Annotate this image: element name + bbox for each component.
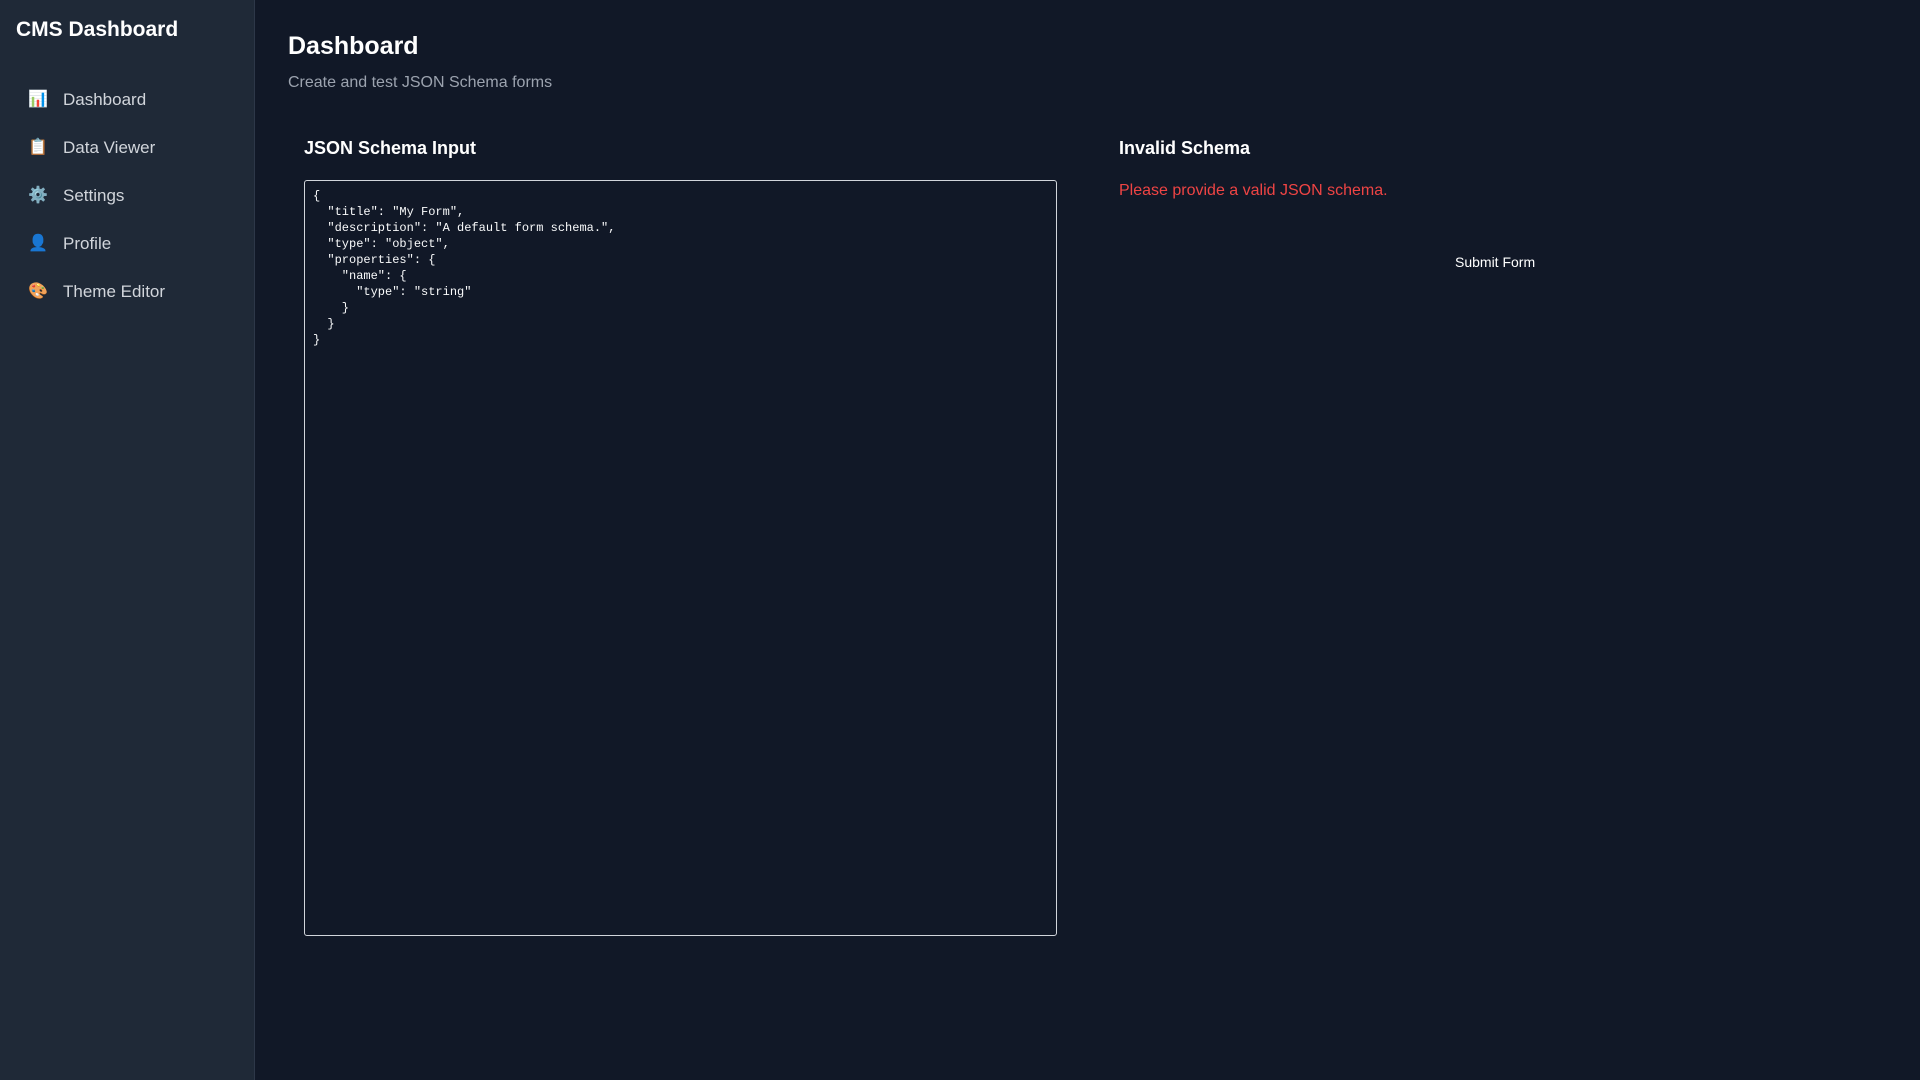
brand-title: CMS Dashboard (16, 18, 179, 41)
schema-panel-heading: JSON Schema Input (304, 138, 477, 158)
sidebar-item-dashboard[interactable]: 📊 Dashboard (12, 76, 242, 124)
clipboard-icon: 📋 (28, 139, 48, 156)
user-icon: 👤 (28, 235, 48, 252)
submit-form-button[interactable]: Submit Form (1455, 254, 1535, 270)
sidebar-item-profile[interactable]: 👤 Profile (12, 220, 242, 268)
schema-error-message: Please provide a valid JSON schema. (1119, 182, 1388, 199)
form-preview-panel: Invalid Schema Please provide a valid JS… (1119, 138, 1539, 270)
sidebar-item-label: Settings (63, 186, 125, 205)
app-root: CMS Dashboard 📊 Dashboard 📋 Data Viewer … (0, 0, 1920, 1080)
gear-icon: ⚙️ (28, 187, 48, 204)
sidebar-item-theme-editor[interactable]: 🎨 Theme Editor (12, 268, 242, 316)
sidebar: CMS Dashboard 📊 Dashboard 📋 Data Viewer … (0, 0, 255, 1080)
main-content: Dashboard Create and test JSON Schema fo… (255, 0, 1920, 1080)
page-subtitle: Create and test JSON Schema forms (288, 74, 553, 91)
sidebar-item-label: Profile (63, 234, 112, 253)
chart-icon: 📊 (28, 91, 48, 108)
page-title: Dashboard (288, 32, 419, 60)
palette-icon: 🎨 (28, 283, 48, 300)
sidebar-item-label: Dashboard (63, 90, 147, 109)
preview-panel-heading: Invalid Schema (1119, 138, 1251, 158)
sidebar-item-data-viewer[interactable]: 📋 Data Viewer (12, 124, 242, 172)
sidebar-nav: 📊 Dashboard 📋 Data Viewer ⚙️ Settings 👤 … (0, 76, 254, 316)
json-schema-input[interactable] (304, 180, 1057, 936)
sidebar-item-label: Data Viewer (63, 138, 156, 157)
schema-panel: JSON Schema Input (304, 138, 1057, 936)
sidebar-item-settings[interactable]: ⚙️ Settings (12, 172, 242, 220)
sidebar-item-label: Theme Editor (63, 282, 166, 301)
